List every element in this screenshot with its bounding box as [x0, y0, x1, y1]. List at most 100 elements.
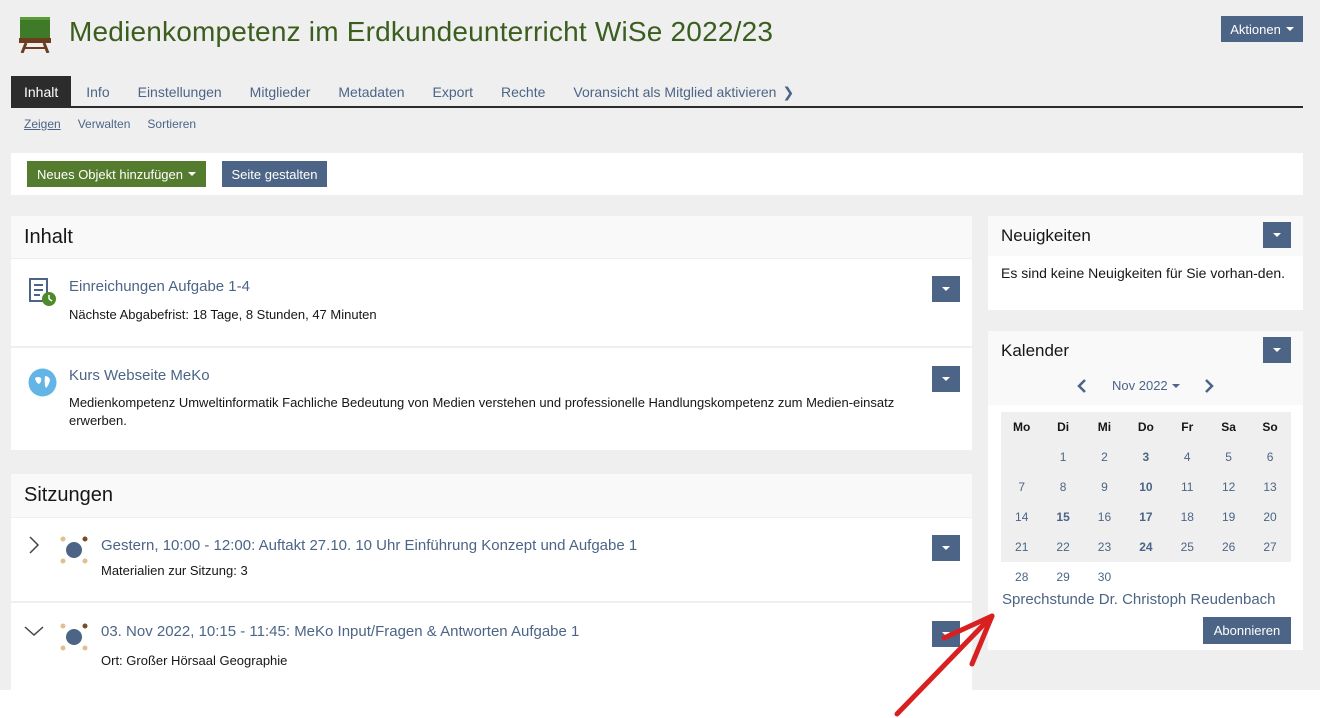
calendar-empty-cell	[1125, 562, 1166, 592]
weblink-icon	[28, 368, 57, 397]
calendar-day[interactable]: 14	[1001, 502, 1042, 532]
month-label: Nov 2022	[1112, 378, 1168, 393]
calendar-day[interactable]: 9	[1084, 472, 1125, 502]
calendar-day[interactable]: 10	[1125, 472, 1166, 502]
calendar-empty-cell	[1001, 442, 1042, 472]
chevron-left-icon[interactable]	[1077, 379, 1087, 393]
caret-down-icon	[942, 377, 950, 381]
caret-down-icon	[942, 546, 950, 550]
subtab-verwalten[interactable]: Verwalten	[78, 117, 131, 131]
tab-voransicht[interactable]: Voransicht als Mitglied aktivieren ❯	[560, 76, 807, 106]
calendar-empty-cell	[1249, 562, 1290, 592]
chevron-down-icon[interactable]	[24, 625, 44, 637]
calendar-day[interactable]: 27	[1249, 532, 1290, 562]
calendar-day[interactable]: 12	[1208, 472, 1249, 502]
calendar-day[interactable]: 26	[1208, 532, 1249, 562]
calendar-day[interactable]: 23	[1084, 532, 1125, 562]
calendar-day[interactable]: 5	[1208, 442, 1249, 472]
calendar-day[interactable]: 7	[1001, 472, 1042, 502]
design-page-button[interactable]: Seite gestalten	[222, 161, 327, 187]
calendar-empty-cell	[1167, 562, 1208, 592]
calendar-event-link[interactable]: Sprechstunde Dr. Christoph Reudenbach	[1002, 591, 1276, 608]
calendar-day[interactable]: 20	[1249, 502, 1290, 532]
page-background: Medienkompetenz im Erdkundeunterricht Wi…	[0, 0, 1320, 690]
calendar-empty-cell	[1208, 562, 1249, 592]
subtab-sortieren[interactable]: Sortieren	[147, 117, 196, 131]
news-actions-button[interactable]	[1263, 222, 1291, 248]
calendar-day[interactable]: 11	[1167, 472, 1208, 502]
calendar-day[interactable]: 17	[1125, 502, 1166, 532]
weekday-header: Mo Di Mi Do Fr Sa So	[1001, 412, 1291, 442]
calendar-day[interactable]: 3	[1125, 442, 1166, 472]
main-tabs: Inhalt Info Einstellungen Mitglieder Met…	[11, 76, 1303, 108]
actions-label: Aktionen	[1230, 21, 1281, 37]
weekday-label: Fr	[1166, 412, 1208, 442]
list-item: 03. Nov 2022, 10:15 - 11:45: MeKo Input/…	[11, 603, 972, 690]
news-header: Neuigkeiten	[988, 216, 1303, 256]
calendar-day[interactable]: 2	[1084, 442, 1125, 472]
caret-down-icon	[1171, 383, 1180, 388]
tab-label: Export	[432, 84, 474, 100]
item-description: Nächste Abgabefrist: 18 Tage, 8 Stunden,…	[69, 307, 377, 322]
sessions-panel-title: Sitzungen	[24, 484, 113, 506]
chevron-right-icon[interactable]	[1204, 379, 1214, 393]
session-icon	[60, 623, 88, 651]
item-actions-button[interactable]	[932, 535, 960, 561]
calendar-day[interactable]: 30	[1084, 562, 1125, 592]
calendar-day[interactable]: 21	[1001, 532, 1042, 562]
list-item: Gestern, 10:00 - 12:00: Auftakt 27.10. 1…	[11, 518, 972, 601]
chevron-right-icon[interactable]	[28, 536, 40, 554]
calendar-actions-button[interactable]	[1263, 337, 1291, 363]
caret-down-icon	[1273, 348, 1281, 352]
calendar-day[interactable]: 6	[1249, 442, 1290, 472]
calendar-day[interactable]: 28	[1001, 562, 1042, 592]
calendar-week-row: 14 15 16 17 18 19 20	[1001, 502, 1291, 532]
calendar-grid: Mo Di Mi Do Fr Sa So 1 2 3 4 5 6 7 8 9 10 11 12 13 14…	[1001, 412, 1291, 592]
tab-label: Voransicht als Mitglied aktivieren	[573, 84, 777, 100]
calendar-day[interactable]: 13	[1249, 472, 1290, 502]
tab-rechte[interactable]: Rechte	[488, 76, 558, 106]
weekday-label: Sa	[1207, 412, 1250, 442]
course-icon	[19, 17, 51, 53]
calendar-day[interactable]: 16	[1084, 502, 1125, 532]
news-block: Neuigkeiten Es sind keine Neuigkeiten fü…	[988, 216, 1303, 310]
calendar-day[interactable]: 8	[1042, 472, 1083, 502]
subscribe-label: Abonnieren	[1213, 623, 1281, 638]
session-icon	[60, 536, 88, 564]
tab-metadaten[interactable]: Metadaten	[325, 76, 417, 106]
item-actions-button[interactable]	[932, 366, 960, 392]
item-title-link[interactable]: Einreichungen Aufgabe 1-4	[69, 278, 250, 295]
content-panel-header: Inhalt	[11, 216, 972, 258]
calendar-day[interactable]: 24	[1125, 532, 1166, 562]
subscribe-button[interactable]: Abonnieren	[1203, 617, 1291, 644]
calendar-day[interactable]: 22	[1042, 532, 1083, 562]
item-title-link[interactable]: Gestern, 10:00 - 12:00: Auftakt 27.10. 1…	[101, 537, 637, 554]
item-title-link[interactable]: 03. Nov 2022, 10:15 - 11:45: MeKo Input/…	[101, 623, 579, 640]
month-select[interactable]: Nov 2022	[1112, 378, 1180, 393]
calendar-day[interactable]: 29	[1042, 562, 1083, 592]
page-title: Medienkompetenz im Erdkundeunterricht Wi…	[69, 16, 774, 47]
item-description: Ort: Großer Hörsaal Geographie	[101, 653, 288, 668]
weekday-label: So	[1249, 412, 1291, 442]
subtab-zeigen[interactable]: Zeigen	[24, 117, 61, 131]
calendar-day[interactable]: 19	[1208, 502, 1249, 532]
add-object-button[interactable]: Neues Objekt hinzufügen	[27, 161, 206, 187]
weekday-label: Do	[1125, 412, 1167, 442]
tab-einstellungen[interactable]: Einstellungen	[125, 76, 235, 106]
tab-export[interactable]: Export	[420, 76, 486, 106]
calendar-day[interactable]: 15	[1042, 502, 1083, 532]
tab-inhalt[interactable]: Inhalt	[11, 76, 72, 106]
calendar-week-row: 123456	[1001, 442, 1291, 472]
weekday-label: Mi	[1083, 412, 1126, 442]
calendar-day[interactable]: 4	[1167, 442, 1208, 472]
calendar-day[interactable]: 25	[1167, 532, 1208, 562]
calendar-day[interactable]: 1	[1042, 442, 1083, 472]
item-actions-button[interactable]	[932, 621, 960, 647]
calendar-day[interactable]: 18	[1167, 502, 1208, 532]
tab-mitglieder[interactable]: Mitglieder	[237, 76, 324, 106]
tab-info[interactable]: Info	[73, 76, 122, 106]
item-actions-button[interactable]	[932, 276, 960, 302]
item-title-link[interactable]: Kurs Webseite MeKo	[69, 367, 210, 384]
actions-button[interactable]: Aktionen	[1221, 16, 1303, 42]
chevron-right-icon: ❯	[782, 84, 795, 100]
